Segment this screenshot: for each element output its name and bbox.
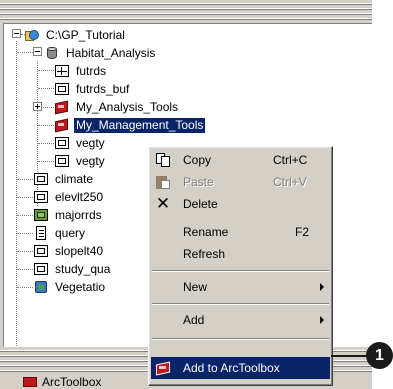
menu-item-rename[interactable]: Rename F2	[151, 221, 330, 243]
menu-item-copy[interactable]: Copy Ctrl+C	[151, 149, 330, 171]
copy-icon	[155, 152, 171, 168]
menu-separator	[152, 338, 329, 340]
paste-icon	[155, 174, 171, 190]
tree-connector	[38, 143, 54, 144]
polygon-feature-class-icon	[54, 135, 70, 151]
layer-icon	[33, 279, 49, 295]
tree-item-label: vegty	[76, 153, 105, 168]
menu-item-label: Add to ArcToolbox	[183, 361, 280, 375]
tree-item-futrds[interactable]: futrds	[54, 62, 108, 80]
tree-item-vegty[interactable]: vegty	[54, 134, 107, 152]
tree-item-slopelt40[interactable]: slopelt40	[33, 242, 105, 260]
title-grip	[0, 0, 372, 22]
menu-item-label: Refresh	[183, 247, 226, 261]
tree-connector	[38, 70, 54, 71]
tree-item-label: Vegetatio	[55, 279, 106, 294]
tree-connector	[17, 287, 33, 288]
raster-icon	[33, 189, 49, 205]
menu-item-label: Copy	[183, 153, 212, 167]
tree-connector	[17, 269, 33, 270]
submenu-arrow-icon	[320, 316, 324, 324]
tree-item-vegetation[interactable]: Vegetatio	[33, 278, 107, 296]
tree-connector	[17, 197, 33, 198]
tree-item-geodatabase[interactable]: Habitat_Analysis	[44, 44, 157, 62]
menu-item-add[interactable]: Add	[151, 309, 330, 331]
raster-icon	[33, 243, 49, 259]
delete-x-icon: ✕	[155, 194, 171, 214]
tree-item-query[interactable]: query	[33, 224, 87, 242]
tree-connector	[17, 52, 33, 53]
tree-item-label: majorrds	[55, 207, 102, 222]
tree-item-futrds-buf[interactable]: futrds_buf	[54, 80, 131, 98]
context-menu: Copy Ctrl+C Paste Ctrl+V ✕ Delete Rename…	[148, 146, 333, 386]
collapse-geodatabase-icon[interactable]	[33, 47, 42, 56]
tree-item-climate[interactable]: climate	[33, 170, 95, 188]
polygon-feature-class-icon	[54, 81, 70, 97]
geodatabase-icon	[44, 45, 60, 61]
toolbox-icon	[155, 360, 171, 376]
arctoolbox-item[interactable]: ArcToolbox	[22, 375, 101, 389]
menu-item-shortcut: Ctrl+C	[273, 153, 308, 167]
tree-item-study-qua[interactable]: study_qua	[33, 260, 112, 278]
folder-globe-icon	[24, 27, 40, 43]
tree-item-label: vegty	[76, 135, 105, 150]
menu-separator	[152, 303, 329, 305]
tree-item-majorrds[interactable]: majorrds	[33, 206, 104, 224]
menu-item-label: Paste	[183, 175, 214, 189]
tree-item-label: study_qua	[55, 261, 111, 276]
tree-item-label: query	[55, 225, 86, 240]
tree-item-label: elevlt250	[55, 189, 104, 204]
menu-item-delete[interactable]: ✕ Delete	[151, 193, 330, 215]
menu-item-paste[interactable]: Paste Ctrl+V	[151, 171, 330, 193]
menu-item-add-to-arctoolbox[interactable]: Add to ArcToolbox	[151, 357, 330, 379]
tree-item-label: futrds	[76, 63, 107, 78]
menu-item-label: Rename	[183, 225, 229, 239]
expand-toolbox-icon[interactable]	[33, 102, 42, 111]
tree-item-root-folder[interactable]: C:\GP_Tutorial	[24, 26, 127, 44]
callout-number-badge: 1	[366, 342, 393, 369]
collapse-root-icon[interactable]	[12, 29, 21, 38]
toolbox-icon	[22, 376, 38, 388]
tree-connector	[43, 107, 54, 108]
tree-item-label: slopelt40	[55, 243, 104, 258]
arctoolbox-label: ArcToolbox	[42, 375, 102, 389]
menu-item-shortcut: F2	[295, 225, 310, 239]
tree-item-label: Habitat_Analysis	[66, 45, 156, 60]
tree-item-label: C:\GP_Tutorial	[46, 27, 125, 42]
tree-item-label: climate	[55, 171, 94, 186]
tree-connector	[38, 88, 54, 89]
tree-connector	[17, 251, 33, 252]
menu-item-refresh[interactable]: Refresh	[151, 243, 330, 265]
submenu-arrow-icon	[320, 283, 324, 291]
tree-item-label: futrds_buf	[76, 81, 130, 96]
tree-item-vegty[interactable]: vegty	[54, 152, 107, 170]
line-feature-class-icon	[54, 63, 70, 79]
tree-connector	[38, 161, 54, 162]
menu-item-label: Delete	[183, 197, 218, 211]
raster-icon	[33, 261, 49, 277]
menu-item-shortcut: Ctrl+V	[273, 175, 307, 189]
tree-item-my-analysis-tools[interactable]: My_Analysis_Tools	[54, 98, 180, 116]
line-feature-class-icon	[33, 207, 49, 223]
tree-item-elevlt250[interactable]: elevlt250	[33, 188, 105, 206]
table-icon	[33, 225, 49, 241]
tree-item-label: My_Management_Tools	[72, 116, 207, 134]
menu-item-new[interactable]: New	[151, 276, 330, 298]
toolbox-icon	[54, 99, 70, 115]
raster-icon	[33, 171, 49, 187]
tree-connector	[17, 233, 33, 234]
toolbox-icon	[54, 117, 70, 133]
tree-connector	[17, 215, 33, 216]
menu-separator	[152, 270, 329, 272]
tree-connector	[16, 41, 17, 347]
tree-item-my-management-tools[interactable]: My_Management_Tools	[54, 116, 207, 134]
tree-connector	[17, 179, 33, 180]
menu-item-label: Add	[183, 313, 205, 327]
tree-item-label: My_Analysis_Tools	[76, 99, 179, 114]
menu-item-label: New	[183, 280, 208, 294]
tree-connector	[38, 125, 54, 126]
polygon-feature-class-icon	[54, 153, 70, 169]
